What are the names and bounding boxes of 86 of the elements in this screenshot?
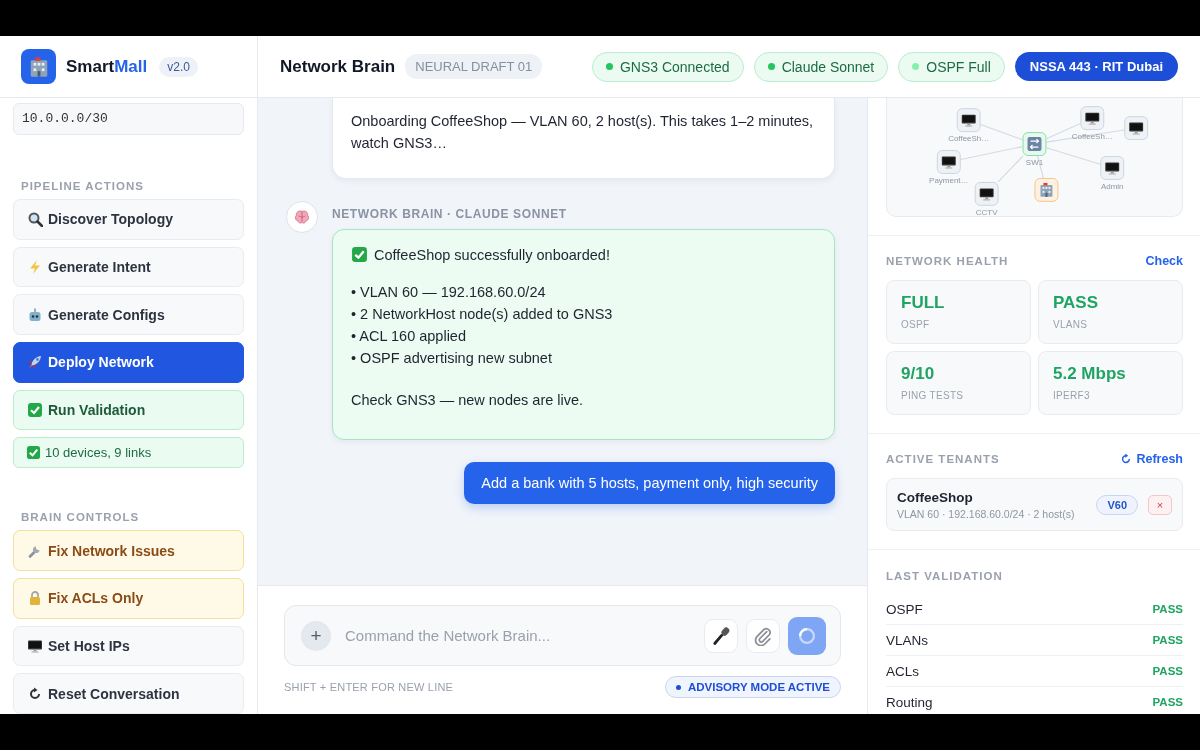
- health-label: PING TESTS: [901, 390, 965, 401]
- lock-icon: [27, 590, 43, 607]
- course-badge: NSSA 443 · RIT Dubai: [1014, 52, 1178, 81]
- check-result: PASS: [1152, 603, 1183, 615]
- check-result: PASS: [1152, 696, 1183, 708]
- status-pill: OSPF Full: [898, 51, 1005, 82]
- message-text: • VLAN 60 — 192.168.60.0/24 • 2 NetworkHost node(s) added to GNS3 • ACL 160 applied • OSPF advertising new subnet: [351, 283, 614, 368]
- page-title: Network Brain: [280, 56, 396, 77]
- paperclip-icon: [753, 625, 773, 646]
- node-label: SW1: [1025, 157, 1044, 167]
- refresh-link[interactable]: Refresh: [1120, 452, 1183, 466]
- draft-badge: NEURAL DRAFT 01: [405, 54, 543, 79]
- check-name: OSPF: [886, 601, 923, 617]
- switch-node[interactable]: [1022, 132, 1047, 156]
- brain-icon: [293, 208, 311, 226]
- health-label: VLANS: [1053, 319, 1089, 330]
- status-text: 10 devices, 9 links: [45, 445, 152, 461]
- node-label: CCTV: [975, 207, 998, 216]
- magnifier-icon: [27, 211, 43, 228]
- sidebar-button[interactable]: Fix ACLs Only: [13, 577, 244, 619]
- sender-label: NETWORK BRAIN · CLAUDE SONNET: [332, 207, 568, 221]
- sidebar-button[interactable]: Set Host IPs: [13, 625, 244, 667]
- health-value: 5.2 Mbps: [1053, 364, 1127, 384]
- checkmark-icon: [351, 246, 368, 263]
- mode-dot: [675, 684, 681, 690]
- check-name: VLANs: [886, 632, 929, 648]
- section-title: ACTIVE TENANTS: [886, 453, 1000, 465]
- robot-icon: [27, 306, 43, 323]
- host-node[interactable]: [1080, 106, 1105, 131]
- message-heading: CoffeeShop successfully onboarded!: [374, 246, 610, 263]
- node-label: Payment…: [929, 175, 969, 185]
- sidebar-button[interactable]: Run Validation: [13, 389, 244, 431]
- check-name: ACLs: [886, 663, 919, 679]
- check-link[interactable]: Check: [1145, 254, 1183, 268]
- host-node[interactable]: [1124, 116, 1149, 141]
- health-value: FULL: [901, 293, 946, 313]
- message-text: Check GNS3 — new nodes are live.: [351, 391, 585, 410]
- node-label: Admin: [1100, 181, 1124, 191]
- node-label: CoffeeSh…: [948, 134, 990, 144]
- user-message: Add a bank with 5 hosts, payment only, high security: [464, 462, 835, 504]
- remove-button[interactable]: ×: [1148, 494, 1172, 515]
- status-pill: Claude Sonnet: [753, 51, 889, 82]
- host-node[interactable]: [956, 108, 981, 133]
- refresh-icon: [1120, 453, 1133, 465]
- microphone-icon: [711, 625, 731, 646]
- health-value: PASS: [1053, 293, 1100, 313]
- command-field[interactable]: Command the Network Brain...: [343, 626, 696, 645]
- host-node[interactable]: [936, 150, 961, 174]
- sidebar-button[interactable]: Deploy Network: [13, 341, 244, 383]
- node-label: CoffeeSh…: [1071, 132, 1113, 142]
- tenant-detail: VLAN 60 · 192.168.60.0/24 · 2 host(s): [897, 507, 1076, 520]
- reset-icon: [27, 685, 43, 702]
- sidebar-button[interactable]: Fix Network Issues: [13, 530, 244, 571]
- section-title: LAST VALIDATION: [886, 570, 1003, 582]
- attach-button[interactable]: [746, 618, 780, 653]
- check-result: PASS: [1152, 634, 1183, 646]
- message-text: Onboarding CoffeeShop — VLAN 60, 2 host(s). This takes 1–2 minutes, watch GNS3…: [351, 112, 815, 153]
- health-label: OSPF: [901, 319, 931, 330]
- host-node[interactable]: [974, 181, 999, 206]
- sidebar-button[interactable]: Discover Topology: [13, 198, 244, 240]
- app-name: SmartMall: [66, 56, 148, 77]
- section-title: NETWORK HEALTH: [886, 255, 1009, 267]
- subnet-field[interactable]: 10.0.0.0/30: [13, 103, 244, 135]
- tenant-name: CoffeeShop: [897, 489, 974, 505]
- vlan-badge: V60: [1096, 494, 1138, 515]
- health-value: 9/10: [901, 364, 936, 384]
- sidebar-button[interactable]: Generate Intent: [13, 246, 244, 288]
- health-label: IPERF3: [1053, 390, 1091, 401]
- version-badge: v2.0: [159, 56, 198, 77]
- checkmark-icon: [27, 402, 43, 418]
- sidebar-button[interactable]: Reset Conversation: [13, 673, 244, 714]
- section-title: PIPELINE ACTIONS: [21, 179, 145, 192]
- building-node[interactable]: [1034, 177, 1059, 202]
- host-node[interactable]: [1100, 156, 1125, 180]
- section-title: BRAIN CONTROLS: [21, 511, 141, 524]
- spinner-icon: [797, 625, 817, 646]
- rocket-icon: [27, 354, 43, 371]
- status-pill: GNS3 Connected: [591, 51, 744, 82]
- checkmark-icon: [26, 445, 41, 461]
- sidebar-button[interactable]: Generate Configs: [13, 294, 244, 335]
- microphone-button[interactable]: [704, 618, 738, 653]
- check-result: PASS: [1152, 665, 1183, 677]
- add-button[interactable]: +: [301, 620, 331, 651]
- check-name: Routing: [886, 694, 933, 710]
- hint-text: SHIFT + ENTER FOR NEW LINE: [284, 681, 454, 693]
- mode-badge: ADVISORY MODE ACTIVE: [664, 676, 841, 698]
